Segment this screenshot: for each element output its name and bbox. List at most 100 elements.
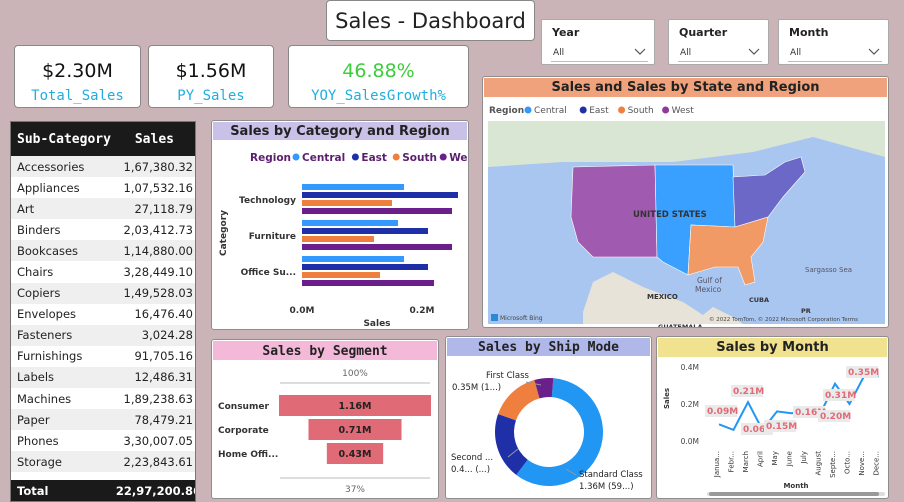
map-canvas[interactable]: Region Central East South West UNITED STATES G… <box>483 77 889 328</box>
y-axis-label: Category <box>219 210 229 256</box>
x-axis-label: Month <box>783 482 808 490</box>
data-label: 0.20M <box>820 412 851 422</box>
table-row[interactable]: Binders 2,03,412.73 <box>11 219 195 240</box>
kpi-label: Total_Sales <box>31 88 124 104</box>
map-label-pr: PR <box>801 307 811 315</box>
chevron-down-icon[interactable] <box>868 46 880 56</box>
cell-subcategory: Chairs <box>17 265 54 280</box>
x-tick-label: Nove... <box>858 451 866 476</box>
cell-subcategory: Binders <box>17 222 61 237</box>
table-row[interactable]: Envelopes 16,476.40 <box>11 304 195 325</box>
funnel-category-label: Corporate <box>218 426 269 436</box>
kpi-value: 46.88% <box>342 60 415 82</box>
map-label-us: UNITED STATES <box>633 210 707 220</box>
table-row[interactable]: Machines 1,89,238.63 <box>11 388 195 409</box>
data-label: 0.35M <box>848 368 879 378</box>
legend-label: Central <box>534 106 567 116</box>
table-row[interactable]: Fasteners 3,024.28 <box>11 324 195 346</box>
x-tick-label: July <box>800 451 808 465</box>
legend-title: Region <box>250 152 291 164</box>
cell-subcategory: Paper <box>17 412 50 427</box>
table-row[interactable]: Storage 2,23,843.61 <box>11 451 195 473</box>
cell-subcategory: Phones <box>17 433 59 448</box>
legend-label: West <box>449 152 469 164</box>
table-row[interactable]: Phones 3,30,007.05 <box>11 430 195 451</box>
cell-subcategory: Storage <box>17 454 62 469</box>
donut-label-second: Second ... <box>451 453 493 463</box>
map-label-gulf: Mexico <box>695 285 722 294</box>
cell-sales: 91,705.16 <box>134 349 193 364</box>
legend-label: South <box>402 152 437 164</box>
cell-sales: 1,14,880.00 <box>123 243 194 258</box>
cell-sales: 2,23,843.61 <box>123 454 194 469</box>
donut-label-first: First Class <box>486 371 530 381</box>
bar <box>302 200 392 206</box>
shipmode-donut-chart[interactable]: Sales by Ship Mode First Class 0.35M (1..… <box>445 336 652 499</box>
quarter-slicer[interactable]: Quarter All <box>668 19 769 65</box>
kpi-label: YOY_SalesGrowth% <box>311 88 446 104</box>
total-label: Total <box>17 483 49 498</box>
kpi-value: $2.30M <box>42 60 113 82</box>
monthly-line-plot: Sales0.4M0.2M0.0M0.09M0.21M0.06M0.16M0.1… <box>663 363 885 496</box>
legend-marker <box>618 106 626 114</box>
bing-logo-text: Microsoft Bing <box>500 315 543 322</box>
table-row[interactable]: Bookcases 1,14,880.00 <box>11 240 195 262</box>
segment-funnel-chart[interactable]: Sales by Segment 100% 1.16M Consumer 0.71M C… <box>211 339 439 499</box>
data-label: 0.15M <box>766 422 797 432</box>
bar <box>302 220 398 226</box>
table-row[interactable]: Art 27,118.79 <box>11 198 195 220</box>
table-row[interactable]: Paper 78,479.21 <box>11 409 195 431</box>
x-tick-label: Janua... <box>713 451 721 478</box>
category-tick-label: Furniture <box>249 232 296 242</box>
bar <box>302 272 380 278</box>
year-slicer[interactable]: Year All <box>541 19 655 65</box>
funnel-bottom-percent: 37% <box>345 485 365 495</box>
bar <box>302 236 374 242</box>
table-row[interactable]: Accessories 1,67,380.32 <box>11 156 195 178</box>
table-row[interactable]: Furnishings 91,705.16 <box>11 346 195 367</box>
category-region-chart[interactable]: Sales by Category and Region Region Centr… <box>211 120 469 330</box>
legend-label: East <box>361 152 387 164</box>
legend-marker <box>524 106 532 114</box>
kpi-value: $1.56M <box>175 60 247 82</box>
x-axis-label: Sales <box>363 319 390 329</box>
table-row[interactable]: Chairs 3,28,449.10 <box>11 261 195 282</box>
cell-sales: 1,67,380.32 <box>123 159 194 174</box>
x-tick-label: August <box>815 451 823 476</box>
table-row[interactable]: Labels 12,486.31 <box>11 366 195 389</box>
donut-label-standard: Standard Class <box>579 470 643 480</box>
total-value: 22,97,200.86 <box>115 483 195 498</box>
bar <box>302 256 404 262</box>
cell-subcategory: Labels <box>17 370 55 385</box>
cell-subcategory: Art <box>17 201 35 216</box>
legend-marker <box>351 153 359 161</box>
year-slicer-label: Year <box>552 26 580 39</box>
map-label-mexico: MEXICO <box>647 293 678 301</box>
table-row[interactable]: Copiers 1,49,528.03 <box>11 282 195 304</box>
chevron-down-icon[interactable] <box>634 46 646 56</box>
bar <box>302 184 404 190</box>
legend-marker <box>292 153 300 161</box>
table-total-row: Total 22,97,200.86 <box>11 480 195 501</box>
table-row[interactable]: Appliances 1,07,532.16 <box>11 177 195 198</box>
month-slicer[interactable]: Month All <box>778 19 889 65</box>
legend-marker <box>439 153 447 161</box>
subcategory-table[interactable]: Sub-Category Sales Accessories 1,67,380.3… <box>10 121 196 502</box>
data-label: 0.21M <box>733 387 764 397</box>
kpi-yoy-growth: 46.88% YOY_SalesGrowth% <box>288 45 469 108</box>
bar <box>302 228 428 234</box>
column-header-sales[interactable]: Sales <box>116 132 195 147</box>
bing-logo-icon <box>491 314 498 321</box>
chevron-down-icon[interactable] <box>748 46 760 56</box>
x-tick-label: April <box>757 451 765 467</box>
kpi-label: PY_Sales <box>177 88 245 104</box>
scrollbar-thumb <box>709 492 879 496</box>
bar <box>302 208 452 214</box>
column-header-subcategory[interactable]: Sub-Category <box>11 132 116 147</box>
legend-label: East <box>589 106 609 116</box>
donut-value-standard: 1.36M (59...) <box>579 482 634 492</box>
state-region-map[interactable]: Sales and Sales by State and Region Regi… <box>482 76 889 328</box>
donut-value-first: 0.35M (1...) <box>452 383 501 393</box>
monthly-line-chart[interactable]: Sales by Month Sales 0.4M 0.2M 0.0M 0.09M 0.2… <box>656 336 889 499</box>
bar <box>302 192 458 198</box>
